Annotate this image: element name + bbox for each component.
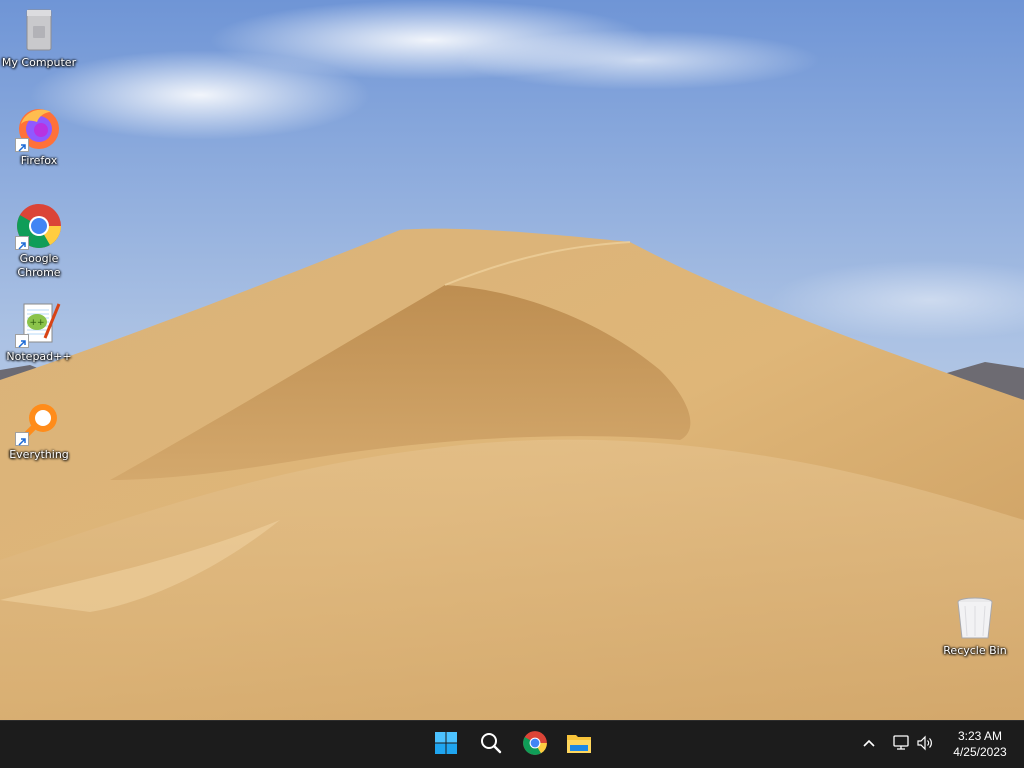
taskbar-clock[interactable]: 3:23 AM 4/25/2023 [948,728,1012,760]
search-icon [479,731,503,759]
desktop-icon-label: Recycle Bin [943,644,1007,657]
network-icon [892,735,910,755]
chevron-up-icon [862,736,876,755]
desktop-icon-label: Google Chrome [17,252,61,279]
tray-volume-button[interactable] [912,721,938,768]
desktop-icon-recycle-bin[interactable]: Recycle Bin [937,594,1013,658]
chrome-icon [522,730,548,760]
tray-overflow-button[interactable] [856,721,882,768]
desktop-icon-label: My Computer [1,56,77,69]
shortcut-arrow-icon [15,432,29,446]
desktop-icon-firefox[interactable]: Firefox [1,104,77,168]
windows-start-icon [434,731,458,759]
desktop-icon-label: Firefox [20,154,58,167]
desktop-icon-label: Notepad++ [6,350,72,363]
desktop-icon-google-chrome[interactable]: Google Chrome [1,202,77,280]
computer-icon [15,6,63,54]
file-explorer-icon [566,731,592,759]
tray-network-button[interactable] [888,721,914,768]
firefox-icon [15,104,63,152]
recycle-bin-icon [951,594,999,642]
desktop-icon-label: Everything [9,448,69,461]
desktop-icon-my-computer[interactable]: My Computer [1,6,77,70]
clock-date: 4/25/2023 [953,745,1007,759]
shortcut-arrow-icon [15,334,29,348]
svg-text:++: ++ [29,318,44,328]
notepad-plus-plus-icon: ++ [15,300,63,348]
chrome-icon [15,202,63,250]
volume-icon [916,735,934,755]
taskbar: 3:23 AM 4/25/2023 [0,720,1024,768]
search-button[interactable] [471,725,511,765]
taskbar-file-explorer-button[interactable] [559,725,599,765]
shortcut-arrow-icon [15,138,29,152]
taskbar-chrome-button[interactable] [515,725,555,765]
everything-search-icon [15,398,63,446]
desktop-icon-notepad-plus-plus[interactable]: ++ Notepad++ [1,300,77,364]
desktop-wallpaper [0,0,1024,720]
desktop-icon-everything[interactable]: Everything [1,398,77,462]
desktop[interactable]: My Computer Firefox Google Chrome ++ Not… [0,0,1024,768]
start-button[interactable] [426,725,466,765]
clock-time: 3:23 AM [957,729,1003,743]
shortcut-arrow-icon [15,236,29,250]
